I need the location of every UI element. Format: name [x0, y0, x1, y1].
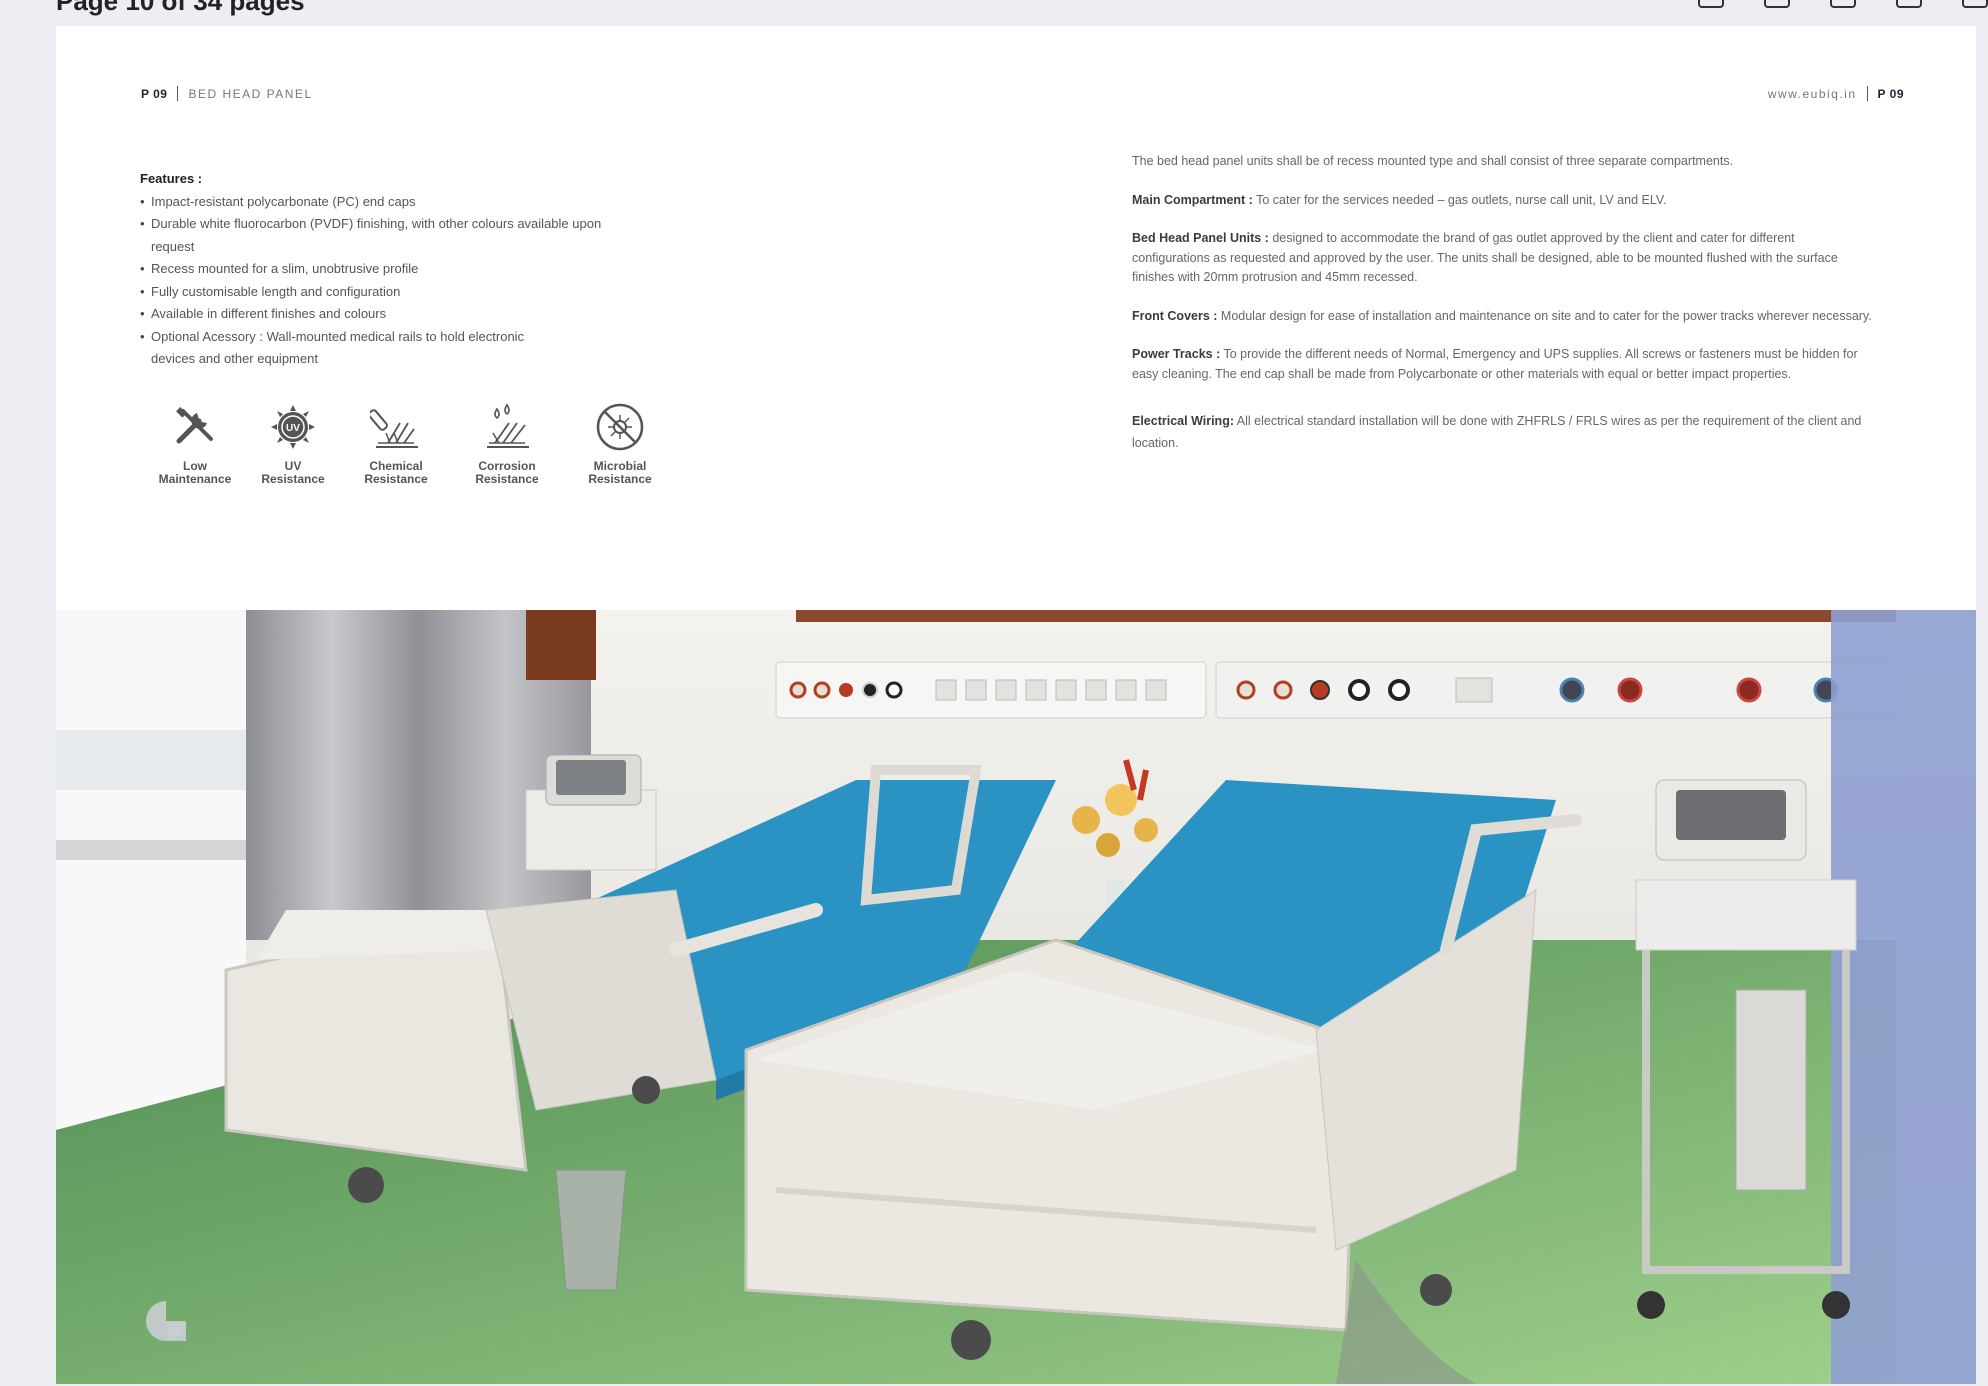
- properties-icons: Low Maintenance UV UV Resistance Chemica…: [140, 400, 674, 486]
- corrosion-icon: [480, 400, 534, 454]
- spec-power-tracks: Power Tracks : To provide the different …: [1132, 345, 1874, 384]
- property-label: Corrosion Resistance: [475, 459, 539, 486]
- page-number-left: P 09: [141, 86, 168, 101]
- spec-main-compartment: Main Compartment : To cater for the serv…: [1132, 191, 1874, 211]
- property-chemical-resistance: Chemical Resistance: [344, 400, 448, 486]
- page-header-right: www.eubiq.in P 09: [1768, 86, 1904, 101]
- viewer-page-title: Page 10 of 34 pages: [56, 0, 305, 16]
- uv-icon: UV: [266, 400, 320, 454]
- spec-bed-head-units: Bed Head Panel Units : designed to accom…: [1132, 229, 1874, 288]
- viewer-toolbar: Page 10 of 34 pages: [0, 0, 1988, 26]
- calendar-icon[interactable]: [1764, 0, 1790, 8]
- property-label: Chemical Resistance: [364, 459, 428, 486]
- header-divider: [1866, 86, 1868, 101]
- spec-label: Front Covers :: [1132, 308, 1218, 323]
- spec-label: Main Compartment :: [1132, 192, 1253, 207]
- property-label: Microbial Resistance: [588, 459, 652, 486]
- spec-label: Power Tracks :: [1132, 347, 1221, 361]
- header-divider: [177, 86, 179, 101]
- spec-label: Electrical Wiring:: [1132, 414, 1234, 428]
- spec-label: Bed Head Panel Units :: [1132, 231, 1269, 245]
- property-uv-resistance: UV UV Resistance: [242, 400, 344, 486]
- property-microbial-resistance: Microbial Resistance: [566, 400, 674, 486]
- document-page: P 09 BED HEAD PANEL www.eubiq.in P 09 Fe…: [56, 26, 1976, 1384]
- spec-text: Modular design for ease of installation …: [1217, 308, 1872, 323]
- spec-electrical-wiring: Electrical Wiring: All electrical standa…: [1132, 410, 1874, 454]
- property-label: Low Maintenance: [158, 459, 232, 486]
- svg-text:UV: UV: [286, 423, 300, 434]
- page-number-right: P 09: [1877, 86, 1904, 101]
- specifications-block: The bed head panel units shall be of rec…: [1132, 152, 1874, 473]
- search-icon[interactable]: [1698, 0, 1724, 8]
- export-icon[interactable]: [1962, 0, 1988, 8]
- share-icon[interactable]: [1830, 0, 1856, 8]
- page-header-left: P 09 BED HEAD PANEL: [141, 86, 313, 101]
- property-corrosion-resistance: Corrosion Resistance: [448, 400, 566, 486]
- microbial-icon: [593, 400, 647, 454]
- section-title: BED HEAD PANEL: [188, 86, 313, 101]
- feature-item: Recess mounted for a slim, unobtrusive p…: [140, 258, 700, 281]
- website-url: www.eubiq.in: [1767, 86, 1857, 101]
- hospital-room-illustration: [56, 610, 1976, 1384]
- hospital-room-photo: [56, 610, 1976, 1384]
- feature-item: Impact-resistant polycarbonate (PC) end …: [140, 191, 700, 214]
- features-title: Features :: [140, 171, 203, 186]
- spec-text: To cater for the services needed – gas o…: [1252, 192, 1667, 207]
- spec-text: All electrical standard installation wil…: [1132, 414, 1862, 450]
- brand-logo-icon: [144, 1299, 188, 1348]
- tools-icon: [168, 400, 222, 454]
- features-block: Features : Impact-resistant polycarbonat…: [140, 168, 700, 371]
- property-low-maintenance: Low Maintenance: [140, 400, 250, 486]
- feature-item: Fully customisable length and configurat…: [140, 281, 700, 304]
- features-list: Impact-resistant polycarbonate (PC) end …: [140, 191, 700, 371]
- chemical-icon: [369, 400, 423, 454]
- feature-item: Optional Acessory : Wall-mounted medical…: [140, 326, 570, 371]
- spec-text: To provide the different needs of Normal…: [1132, 347, 1858, 381]
- viewer-icon-group: [1658, 0, 1988, 8]
- property-label: UV Resistance: [261, 459, 325, 486]
- spec-intro: The bed head panel units shall be of rec…: [1132, 154, 1734, 168]
- feature-item: Durable white fluorocarbon (PVDF) finish…: [140, 213, 610, 258]
- spec-front-covers: Front Covers : Modular design for ease o…: [1132, 307, 1874, 327]
- copy-icon[interactable]: [1896, 0, 1922, 8]
- feature-item: Available in different finishes and colo…: [140, 303, 700, 326]
